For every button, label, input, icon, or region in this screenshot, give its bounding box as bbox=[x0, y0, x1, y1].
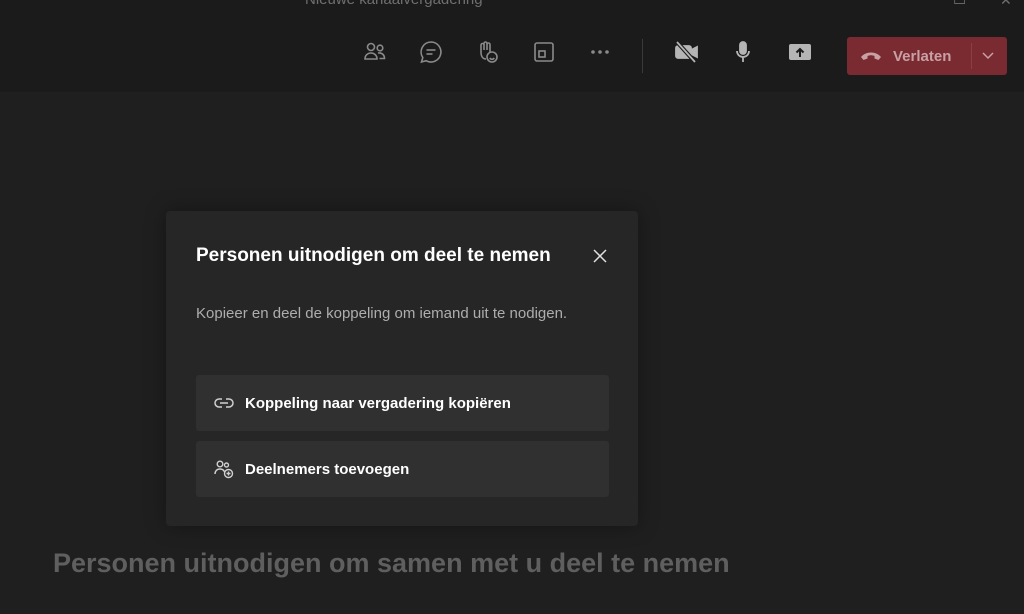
raise-hand-icon bbox=[480, 41, 498, 63]
leave-button[interactable]: Verlaten bbox=[847, 37, 1007, 75]
copy-link-label: Koppeling naar vergadering kopiëren bbox=[245, 394, 511, 412]
window-title: Nieuwe kanaalvergadering bbox=[305, 0, 483, 8]
dialog-title: Personen uitnodigen om deel te nemen bbox=[196, 245, 551, 266]
people-icon bbox=[364, 42, 386, 60]
add-participants-button[interactable]: Deelnemers toevoegen bbox=[196, 441, 609, 497]
toolbar-divider bbox=[642, 39, 643, 73]
rooms-button[interactable] bbox=[528, 36, 560, 68]
microphone-icon bbox=[736, 41, 750, 62]
maximize-icon[interactable]: ▭ bbox=[953, 0, 966, 9]
participants-button[interactable] bbox=[359, 36, 391, 68]
share-button[interactable] bbox=[784, 36, 816, 68]
more-icon bbox=[591, 50, 609, 54]
chat-icon bbox=[420, 41, 442, 64]
add-people-icon bbox=[214, 459, 234, 479]
add-participants-label: Deelnemers toevoegen bbox=[245, 460, 410, 478]
meeting-toolbar: Verlaten bbox=[0, 20, 1024, 92]
close-dialog-button[interactable] bbox=[588, 244, 612, 268]
leave-label: Verlaten bbox=[893, 47, 952, 65]
title-bar: Nieuwe kanaalvergadering ▭ ✕ bbox=[0, 0, 1024, 20]
copy-link-button[interactable]: Koppeling naar vergadering kopiëren bbox=[196, 375, 609, 431]
invite-dialog: Personen uitnodigen om deel te nemen Kop… bbox=[166, 211, 638, 526]
link-icon bbox=[214, 393, 234, 413]
dialog-description: Kopieer en deel de koppeling om iemand u… bbox=[196, 305, 568, 322]
chevron-down-icon[interactable] bbox=[980, 47, 996, 63]
mic-button[interactable] bbox=[727, 36, 759, 68]
raise-hand-button[interactable] bbox=[471, 36, 503, 68]
camera-off-icon bbox=[675, 40, 698, 64]
more-button[interactable] bbox=[584, 36, 616, 68]
chat-button[interactable] bbox=[415, 36, 447, 68]
camera-button[interactable] bbox=[671, 36, 703, 68]
close-icon bbox=[593, 249, 607, 263]
close-window-icon[interactable]: ✕ bbox=[1000, 0, 1012, 9]
hang-up-icon bbox=[859, 49, 883, 63]
share-screen-icon bbox=[789, 44, 811, 60]
breakout-rooms-icon bbox=[534, 42, 554, 62]
leave-divider bbox=[971, 43, 972, 69]
invite-background-text: Personen uitnodigen om samen met u deel … bbox=[53, 548, 730, 578]
